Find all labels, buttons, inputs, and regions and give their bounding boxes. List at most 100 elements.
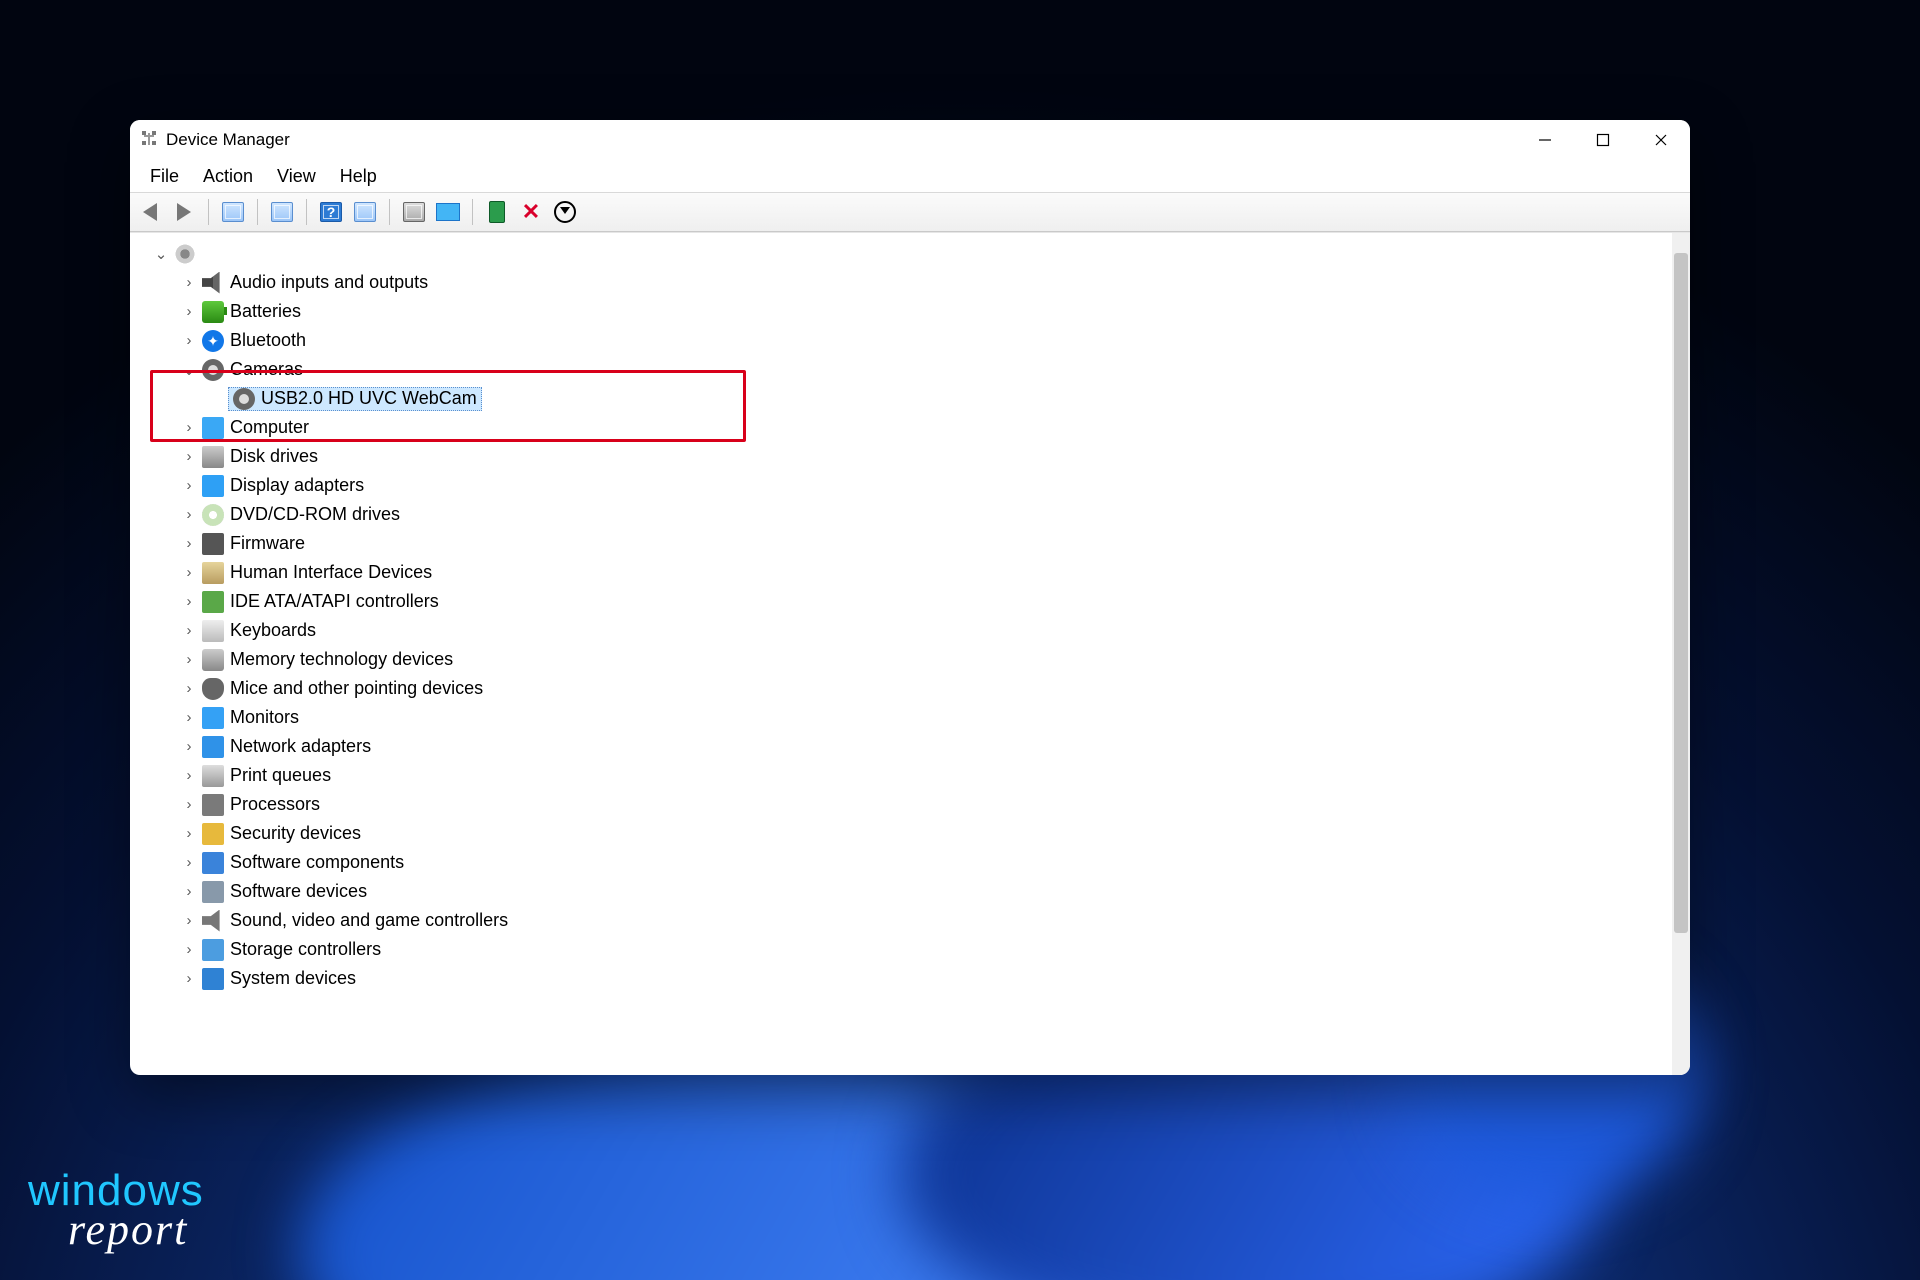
scrollbar-thumb[interactable] [1674,253,1688,933]
action-button[interactable] [351,198,379,226]
expand-icon[interactable]: › [180,593,198,610]
tree-category[interactable]: › Bluetooth [152,326,1672,355]
expand-icon[interactable]: › [180,796,198,813]
expand-icon[interactable]: › [180,564,198,581]
tree-category[interactable]: › IDE ATA/ATAPI controllers [152,587,1672,616]
tree-device[interactable]: ·USB2.0 HD UVC WebCam [152,384,1672,413]
expand-icon[interactable]: › [180,854,198,871]
tree-category[interactable]: ›Human Interface Devices [152,558,1672,587]
tree-category[interactable]: ›Print queues [152,761,1672,790]
tree-item-label: Batteries [230,301,301,322]
tree-category[interactable]: › Software devices [152,877,1672,906]
toolbar-divider [257,199,258,225]
back-button[interactable] [136,198,164,226]
update-driver-button[interactable] [400,198,428,226]
expand-icon[interactable]: › [180,506,198,523]
tree-category[interactable]: ⌄Cameras [152,355,1672,384]
menu-file[interactable]: File [138,162,191,191]
properties-button[interactable] [268,198,296,226]
maximize-button[interactable] [1574,120,1632,160]
toolbar-divider [472,199,473,225]
collapse-icon[interactable]: ⌄ [180,361,198,379]
watermark: windows report [28,1171,204,1250]
tree-category[interactable]: ›Display adapters [152,471,1672,500]
expand-icon[interactable]: › [180,767,198,784]
scrollbar[interactable] [1672,233,1690,1075]
expand-icon[interactable]: › [180,419,198,436]
watermark-line2: report [28,1210,204,1250]
show-hide-console-tree-button[interactable] [219,198,247,226]
tree-item-label: Computer [230,417,309,438]
stor-icon [202,939,224,961]
tree-category[interactable]: › Monitors [152,703,1672,732]
disp-icon [202,475,224,497]
tree-category[interactable]: ›Mice and other pointing devices [152,674,1672,703]
tree-category[interactable]: ›Disk drives [152,442,1672,471]
disable-device-button[interactable] [551,198,579,226]
tree-item-label: Firmware [230,533,305,554]
expand-icon[interactable]: › [180,448,198,465]
tree-category[interactable]: › Sound, video and game controllers [152,906,1672,935]
expand-icon[interactable]: › [180,825,198,842]
menu-view[interactable]: View [265,162,328,191]
mon-icon [202,707,224,729]
tree-item-label: USB2.0 HD UVC WebCam [261,388,477,409]
tree-item-label: Bluetooth [230,330,306,351]
expand-icon[interactable]: › [180,332,198,349]
tree-category[interactable]: › Computer [152,413,1672,442]
tree-category[interactable]: › Audio inputs and outputs [152,268,1672,297]
toolbar-divider [306,199,307,225]
close-button[interactable] [1632,120,1690,160]
snd-icon [202,910,224,932]
tree-item-label: Software devices [230,881,367,902]
window-title: Device Manager [166,130,290,150]
tree-item-label: Keyboards [230,620,316,641]
menu-action[interactable]: Action [191,162,265,191]
tree-category[interactable]: ›Network adapters [152,732,1672,761]
menubar: File Action View Help [130,160,1690,193]
tree-item-label: Monitors [230,707,299,728]
expand-icon[interactable]: › [180,303,198,320]
tree-item-label: DVD/CD-ROM drives [230,504,400,525]
collapse-icon[interactable]: ⌄ [152,245,170,263]
expand-icon[interactable]: › [180,738,198,755]
help-button[interactable] [317,198,345,226]
tree-category[interactable]: › Firmware [152,529,1672,558]
titlebar[interactable]: Device Manager [130,120,1690,160]
tree-category[interactable]: ›Storage controllers [152,935,1672,964]
tree-category[interactable]: ›Processors [152,790,1672,819]
tree-category[interactable]: ›Security devices [152,819,1672,848]
expand-icon[interactable]: › [180,970,198,987]
device-tree[interactable]: ⌄ › Audio inputs and outputs › Batteries › Blu… [130,233,1672,1075]
enable-device-button[interactable] [483,198,511,226]
tree-item-label: Audio inputs and outputs [230,272,428,293]
uninstall-device-button[interactable]: ✕ [517,198,545,226]
expand-icon[interactable]: › [180,477,198,494]
ide-icon [202,591,224,613]
minimize-button[interactable] [1516,120,1574,160]
cpu-icon [202,794,224,816]
expand-icon[interactable]: › [180,535,198,552]
toolbar: ✕ [130,193,1690,232]
tree-item-label: IDE ATA/ATAPI controllers [230,591,439,612]
expand-icon[interactable]: › [180,622,198,639]
expand-icon[interactable]: › [180,651,198,668]
expand-icon[interactable]: › [180,883,198,900]
tree-category[interactable]: › Batteries [152,297,1672,326]
expand-icon[interactable]: › [180,709,198,726]
scan-hardware-button[interactable] [434,198,462,226]
tree-category[interactable]: ›System devices [152,964,1672,993]
tree-category[interactable]: › Keyboards [152,616,1672,645]
expand-icon[interactable]: › [180,274,198,291]
tree-category[interactable]: ›Software components [152,848,1672,877]
expand-icon[interactable]: › [180,680,198,697]
swd-icon [202,881,224,903]
expand-icon[interactable]: › [180,912,198,929]
tree-category[interactable]: › DVD/CD-ROM drives [152,500,1672,529]
tree-item-label: Sound, video and game controllers [230,910,508,931]
tree-root[interactable]: ⌄ [152,239,1672,268]
forward-button[interactable] [170,198,198,226]
tree-category[interactable]: ›Memory technology devices [152,645,1672,674]
menu-help[interactable]: Help [328,162,389,191]
expand-icon[interactable]: › [180,941,198,958]
